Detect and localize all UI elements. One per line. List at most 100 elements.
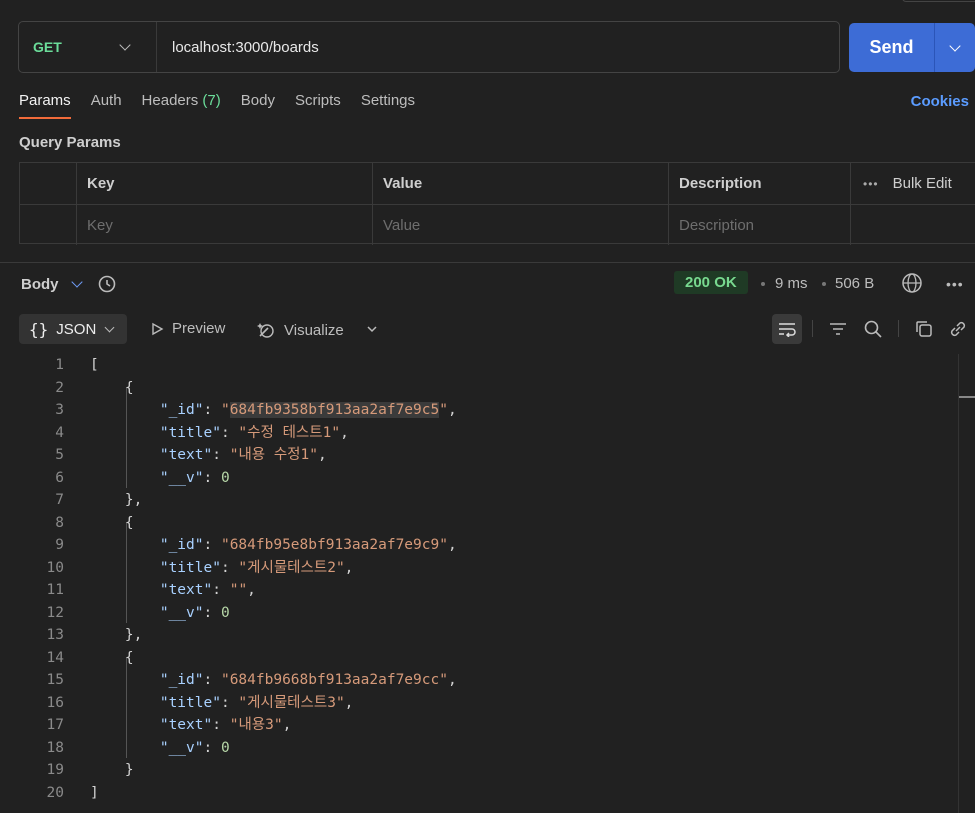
code-line: 3 "_id": "684fb9358bf913aa2af7e9c5", <box>0 399 958 422</box>
cookies-link[interactable]: Cookies <box>911 93 969 110</box>
window-control[interactable] <box>902 0 975 2</box>
body-label: Body <box>21 275 59 293</box>
preview-button[interactable]: Preview <box>150 320 225 337</box>
chevron-down-icon <box>70 276 83 288</box>
play-icon <box>152 322 164 335</box>
checkbox-column <box>20 163 76 204</box>
tab-headers[interactable]: Headers (7) <box>142 92 221 119</box>
tab-label: Headers <box>141 92 199 109</box>
json-value: 0 <box>220 739 230 756</box>
line-number: 1 <box>55 357 64 373</box>
empty-cell <box>850 205 975 245</box>
globe-icon[interactable] <box>901 272 923 294</box>
response-code-view[interactable]: 1[ 2 { 3 "_id": "684fb9358bf913aa2af7e9c… <box>0 354 958 804</box>
method-select[interactable]: GET <box>19 22 157 72</box>
send-options-button[interactable] <box>934 23 975 72</box>
more-icon: ••• <box>863 176 879 191</box>
key-input[interactable]: Key <box>76 205 372 245</box>
line-number: 17 <box>46 717 64 733</box>
json-value: 내용3 <box>238 717 274 733</box>
code-line: 10 "title": "게시물테스트2", <box>0 557 958 580</box>
line-number: 6 <box>55 469 64 486</box>
json-value: 684fb9668bf913aa2af7e9cc <box>229 672 440 688</box>
value-input[interactable]: Value <box>372 205 668 245</box>
line-number: 16 <box>46 694 64 711</box>
status-badge[interactable]: 200 OK <box>674 271 748 294</box>
json-value: 내용 수정1 <box>238 447 310 463</box>
tab-scripts[interactable]: Scripts <box>295 92 341 119</box>
line-number: 7 <box>55 492 64 508</box>
filter-icon[interactable] <box>826 317 850 341</box>
line-number: 9 <box>55 537 64 553</box>
query-params-table: Key Value Description ••• Bulk Edit Key … <box>19 162 975 245</box>
line-number: 14 <box>46 649 64 666</box>
code-line: 14 { <box>0 647 958 670</box>
request-tabs: Params Auth Headers (7) Body Scripts Set… <box>19 92 435 119</box>
code-line: 12 "__v": 0 <box>0 602 958 625</box>
tab-label: Auth <box>90 92 122 109</box>
value-header: Value <box>372 163 668 204</box>
code-line: 16 "title": "게시물테스트3", <box>0 692 958 715</box>
pane-divider[interactable] <box>0 262 975 263</box>
request-bar: GET <box>18 21 840 73</box>
query-params-title: Query Params <box>19 134 121 151</box>
code-line: 17 "text": "내용3", <box>0 714 958 737</box>
chevron-down-icon <box>949 39 961 52</box>
chevron-down-icon[interactable] <box>366 323 378 335</box>
chevron-down-icon <box>104 322 115 332</box>
tab-auth[interactable]: Auth <box>91 92 122 119</box>
code-line: 18 "__v": 0 <box>0 737 958 760</box>
line-number: 10 <box>46 559 64 576</box>
code-line: 15 "_id": "684fb9668bf913aa2af7e9cc", <box>0 669 958 692</box>
json-value: 수정 테스트1 <box>247 424 332 441</box>
table-header-row: Key Value Description ••• Bulk Edit <box>20 163 975 204</box>
url-input[interactable] <box>157 22 839 72</box>
link-icon[interactable] <box>946 317 970 341</box>
code-line: 5 "text": "내용 수정1", <box>0 444 958 467</box>
copy-icon[interactable] <box>912 317 936 341</box>
response-size[interactable]: 506 B <box>835 275 874 292</box>
bulk-edit-button[interactable]: ••• Bulk Edit <box>850 163 975 204</box>
response-body-dropdown[interactable]: Body <box>21 275 83 293</box>
line-number: 12 <box>46 604 64 621</box>
divider <box>812 320 813 337</box>
line-number: 18 <box>46 739 64 756</box>
history-icon[interactable] <box>97 274 117 294</box>
tab-body[interactable]: Body <box>241 92 275 119</box>
scroll-thumb[interactable] <box>959 396 975 398</box>
bulk-edit-label: Bulk Edit <box>892 175 952 192</box>
code-line: 13 }, <box>0 624 958 647</box>
row-checkbox[interactable] <box>20 205 76 245</box>
chevron-down-icon <box>119 39 131 51</box>
format-label: JSON <box>56 320 97 338</box>
tab-params[interactable]: Params <box>19 92 71 119</box>
line-number: 19 <box>46 762 64 778</box>
format-select[interactable]: {} JSON <box>19 314 127 344</box>
description-input[interactable]: Description <box>668 205 850 245</box>
code-line: 4 "title": "수정 테스트1", <box>0 422 958 445</box>
send-button[interactable]: Send <box>849 23 934 72</box>
line-number: 8 <box>55 514 64 531</box>
line-number: 4 <box>55 424 64 441</box>
scrollbar[interactable] <box>958 354 975 813</box>
tab-settings[interactable]: Settings <box>361 92 415 119</box>
visualize-button[interactable]: Visualize <box>256 320 344 340</box>
tab-label: Body <box>240 92 275 109</box>
send-button-group: Send <box>849 23 975 72</box>
code-line: 1[ <box>0 354 958 377</box>
json-value: 게시물테스트3 <box>247 694 336 711</box>
response-time[interactable]: 9 ms <box>775 275 808 292</box>
more-icon[interactable]: ••• <box>946 276 964 292</box>
code-line: 11 "text": "", <box>0 579 958 602</box>
code-line: 6 "__v": 0 <box>0 467 958 490</box>
headers-count: (7) <box>202 92 221 109</box>
tab-label: Params <box>19 92 71 109</box>
code-line: 9 "_id": "684fb95e8bf913aa2af7e9c9", <box>0 534 958 557</box>
search-icon[interactable] <box>861 317 885 341</box>
json-value: 684fb9358bf913aa2af7e9c5 <box>229 402 440 418</box>
wrap-icon[interactable] <box>772 314 802 344</box>
json-value: 684fb95e8bf913aa2af7e9c9 <box>229 537 440 553</box>
json-value: 게시물테스트2 <box>247 559 336 576</box>
json-value: 0 <box>220 604 230 621</box>
line-number: 3 <box>55 402 64 418</box>
